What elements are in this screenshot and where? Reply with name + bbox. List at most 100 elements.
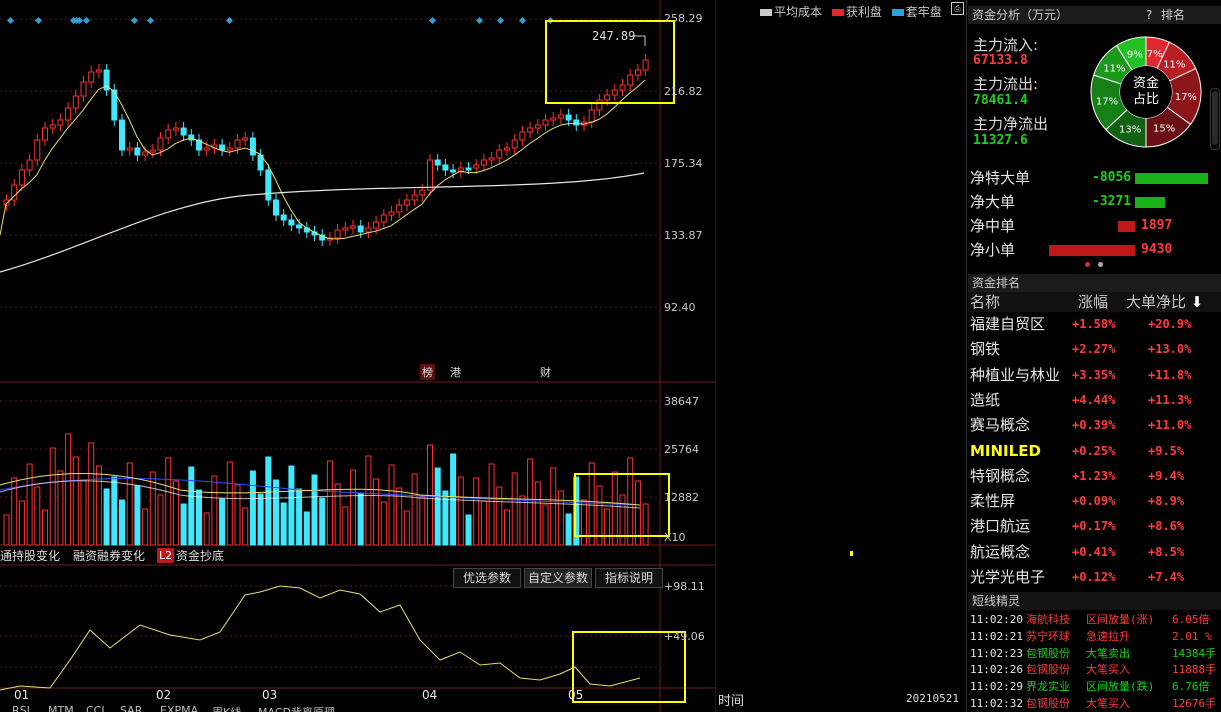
panel-divider — [966, 0, 967, 712]
volume-bar — [65, 433, 72, 546]
month-label: 04 — [422, 688, 438, 702]
sector-name: 光学光电子 — [970, 568, 1046, 586]
net-outflow-value: 11327.6 — [973, 133, 1028, 148]
tab-margin-trading[interactable]: 融资融券变化 — [73, 547, 145, 565]
sector-change: +0.25% — [1072, 443, 1116, 458]
volume-bar — [72, 456, 79, 546]
candle-body — [380, 214, 387, 223]
volume-bar — [373, 478, 380, 546]
volume-bar — [473, 477, 480, 546]
ranking-row[interactable]: 种植业与林业 +3.35% +11.8% — [968, 363, 1221, 388]
candle-body — [527, 127, 534, 133]
rank-link[interactable]: 排名 — [1161, 6, 1185, 24]
custom-params-button[interactable]: 自定义参数 — [524, 568, 592, 588]
shortline-title: 短线精灵 — [972, 594, 1021, 608]
shortline-row[interactable]: 11:02:23 包钢股份 大笔卖出 14384手 — [968, 645, 1221, 662]
chip-legend: 平均成本 获利盘 套牢盘 — [760, 3, 942, 20]
candle-body — [172, 127, 179, 131]
net-order-label: 净小单 — [970, 241, 1016, 259]
col-change[interactable]: 涨幅 — [1078, 292, 1108, 312]
volume-bar — [504, 509, 510, 546]
ranking-row[interactable]: 柔性屏 +0.09% +8.9% — [968, 489, 1221, 514]
volume-bar — [234, 484, 241, 546]
chip-time-label: 时间 — [718, 694, 745, 709]
ranking-row[interactable]: 特钢概念 +1.23% +9.4% — [968, 464, 1221, 489]
shortline-time: 11:02:29 — [970, 680, 1023, 694]
page-dot-active[interactable] — [1085, 262, 1090, 267]
candle-body — [419, 189, 426, 196]
export-icon[interactable]: ⎙ — [951, 2, 964, 15]
tab-hk-holdings[interactable]: 通持股变化 — [0, 547, 60, 565]
event-mark-rank[interactable]: 榜 — [420, 364, 435, 380]
shortline-event: 大笔买入 — [1086, 663, 1130, 677]
candle-body — [126, 147, 133, 151]
scrollbar[interactable] — [1210, 88, 1220, 150]
candlestick-chart[interactable] — [0, 0, 716, 712]
sector-change: +0.39% — [1072, 418, 1116, 433]
ranking-row[interactable]: 航运概念 +0.41% +8.5% — [968, 540, 1221, 565]
shortline-row[interactable]: 11:02:26 包钢股份 大笔买入 11888手 — [968, 661, 1221, 678]
candle-body — [519, 131, 526, 141]
shortline-row[interactable]: 11:02:21 苏宁环球 急速拉升 2.01 % — [968, 628, 1221, 645]
candle-body — [619, 84, 626, 91]
net-order-value: 1897 — [1141, 218, 1173, 233]
ranking-row[interactable]: 福建自贸区 +1.58% +20.9% — [968, 312, 1221, 337]
price-axis-label: 258.29 — [664, 12, 703, 25]
event-mark-hk[interactable]: 港 — [450, 364, 461, 380]
osc-axis-label: +98.11 — [664, 580, 705, 593]
ranking-row[interactable]: 光学光电子 +0.12% +7.4% — [968, 565, 1221, 590]
candle-body — [273, 199, 279, 216]
sector-ratio: +20.9% — [1148, 317, 1192, 331]
sector-ratio: +8.5% — [1148, 544, 1185, 559]
shortline-row[interactable]: 11:02:32 包钢股份 大笔买入 12676手 — [968, 695, 1221, 712]
help-icon[interactable]: ? — [1146, 6, 1152, 24]
candle-body — [149, 149, 156, 153]
candle-body — [95, 69, 102, 73]
page-dot[interactable] — [1098, 262, 1103, 267]
donut-label: 7% — [1147, 49, 1163, 60]
volume-axis-label: X10 — [664, 531, 686, 544]
fund-analysis-header: 资金分析（万元） ? 排名 — [968, 6, 1221, 24]
shortline-row[interactable]: 11:02:20 海航科技 区间放量(涨) 6.05倍 — [968, 611, 1221, 628]
volume-bar — [211, 475, 218, 546]
indicator-help-button[interactable]: 指标说明 — [595, 568, 663, 588]
candle-body — [350, 225, 356, 229]
event-mark-finance[interactable]: 财 — [540, 364, 551, 380]
candle-body — [488, 157, 495, 161]
candle-body — [573, 119, 580, 126]
ranking-row[interactable]: 造纸 +4.44% +11.3% — [968, 388, 1221, 413]
shortline-row[interactable]: 11:02:29 界龙实业 区间放量(跌) 6.76倍 — [968, 678, 1221, 695]
tab-bottom-fishing[interactable]: 资金抄底 — [176, 547, 224, 565]
osc-axis-label: +49.06 — [664, 630, 705, 643]
shortline-time: 11:02:21 — [970, 629, 1023, 643]
col-ratio[interactable]: 大单净比 ⬇ — [1126, 292, 1203, 312]
sector-name: 赛马概念 — [970, 416, 1031, 435]
ranking-row[interactable]: 钢铁 +2.27% +13.0% — [968, 337, 1221, 362]
preferred-params-button[interactable]: 优选参数 — [453, 568, 521, 588]
candle-body — [249, 137, 256, 156]
price-axis-label: 92.40 — [664, 301, 696, 314]
candle-body — [542, 119, 549, 126]
shortline-val: 6.76倍 — [1172, 680, 1210, 694]
volume-bar — [126, 462, 133, 546]
donut-center-label: 资金 占比 — [1132, 76, 1159, 107]
ranking-row[interactable]: MINILED +0.25% +9.5% — [968, 439, 1221, 464]
ranking-header: 资金排名 — [968, 274, 1221, 292]
sector-change: +0.12% — [1072, 570, 1116, 584]
shortline-name: 海航科技 — [1026, 613, 1070, 626]
net-order-row: 净中单 1897 — [968, 215, 1221, 237]
col-name[interactable]: 名称 — [970, 292, 1000, 312]
candle-body — [18, 169, 25, 186]
shortline-name: 包钢股份 — [1026, 697, 1070, 710]
sector-ratio: +7.4% — [1148, 570, 1185, 584]
ranking-row[interactable]: 港口航运 +0.17% +8.6% — [968, 514, 1221, 539]
ranking-row[interactable]: 赛马概念 +0.39% +11.0% — [968, 413, 1221, 438]
chip-date: 20210521 — [906, 692, 959, 705]
shortline-header: 短线精灵 — [968, 592, 1221, 610]
indicator-tab-strip[interactable]: RSI MTM CCI SAR EXPMA 周K线 MACD背离原理 — [0, 704, 716, 712]
sector-change: +0.41% — [1072, 544, 1116, 559]
sector-ratio: +9.4% — [1148, 468, 1185, 483]
volume-bar — [196, 489, 202, 546]
volume-bar — [88, 442, 95, 546]
donut-label: 15% — [1153, 124, 1175, 135]
